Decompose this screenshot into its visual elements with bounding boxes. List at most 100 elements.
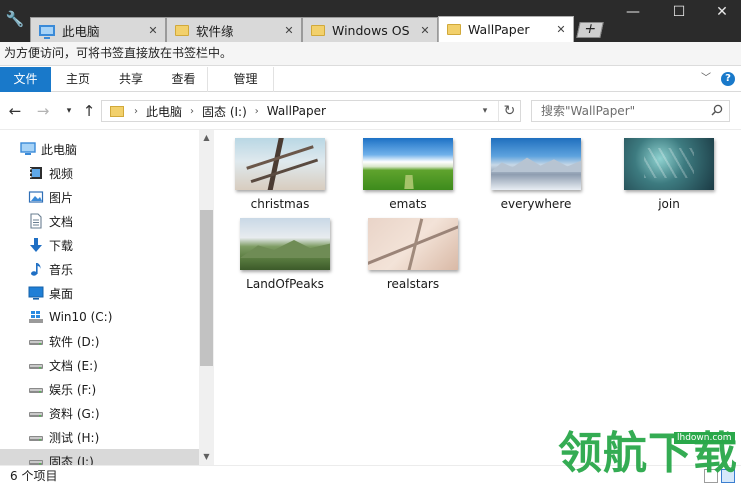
ribbon-tabs: 文件 主页 共享 查看 管理 ﹀ ? [0,67,741,92]
sidebar-item-label: 桌面 [49,286,74,301]
scroll-up-icon[interactable]: ▲ [199,130,213,146]
address-bar[interactable]: › 此电脑 › 固态 (I:) › WallPaper ▾ ↻ [101,100,521,122]
sidebar-item-drive-f[interactable]: 娱乐 (F:) [0,377,199,401]
sidebar-item-drive-e[interactable]: 文档 (E:) [0,353,199,377]
search-box[interactable] [531,100,730,122]
sidebar-item-drive-d[interactable]: 软件 (D:) [0,329,199,353]
file-name: emats [389,197,427,211]
search-input[interactable] [532,101,707,121]
breadcrumb-this-pc[interactable]: 此电脑 [146,103,182,120]
tab-label: 此电脑 [62,23,100,39]
folder-icon [311,24,325,36]
crumb-separator-icon[interactable]: › [255,106,259,117]
expand-ribbon-icon[interactable]: ﹀ [699,72,713,86]
sidebar-item-videos[interactable]: 视频 [0,161,199,185]
drive-icon [28,429,44,445]
item-count: 6 个项目 [10,469,58,483]
drive-icon [28,405,44,421]
back-button[interactable]: ← [6,101,24,121]
sidebar-item-drive-g[interactable]: 资料 (G:) [0,401,199,425]
ribbon-tab-view[interactable]: 查看 [160,67,208,92]
file-name: everywhere [500,197,572,211]
file-item-landofpeaks[interactable]: LandOfPeaks [225,210,345,291]
sidebar-item-label: 文档 (E:) [49,358,98,373]
wrench-icon[interactable]: 🔧 [4,8,26,30]
desktop-icon [28,285,44,301]
file-item-emats[interactable]: emats [348,130,468,211]
sidebar-item-label: 资料 (G:) [49,406,100,421]
sidebar-item-desktop[interactable]: 桌面 [0,281,199,305]
maximize-button[interactable]: ☐ [656,0,702,24]
sidebar-scrollbar[interactable]: ▲ ▼ [199,130,213,465]
sidebar-item-drive-i[interactable]: 固态 (I:) [0,449,199,465]
file-item-everywhere[interactable]: everywhere [476,130,596,211]
tab-close-icon[interactable]: ✕ [145,24,161,37]
scroll-down-icon[interactable]: ▼ [199,449,213,465]
tab-close-icon[interactable]: ✕ [417,24,433,37]
folder-icon [110,105,124,117]
sidebar-item-label: 下载 [49,238,74,253]
folder-icon [447,24,461,35]
watermark-url: lhdown.com [674,432,735,444]
ribbon-tab-home[interactable]: 主页 [55,67,101,92]
video-icon [28,165,44,181]
breadcrumb-drive[interactable]: 固态 (I:) [202,103,247,120]
tab-software[interactable]: 软件缘 ✕ [166,17,302,42]
file-name: join [658,197,680,211]
up-button[interactable]: ↑ [80,101,98,121]
sidebar-item-label: 视频 [49,166,74,181]
file-item-join[interactable]: join [609,130,729,211]
sidebar-item-downloads[interactable]: 下载 [0,233,199,257]
search-icon[interactable] [711,104,723,116]
file-item-realstars[interactable]: realstars [353,210,473,291]
file-item-christmas[interactable]: christmas [220,130,340,211]
navigation-pane: 此电脑 视频 图片 文档 下载 音乐 桌面 Win10 (C:) 软件 (D:)… [0,130,214,465]
tab-label: Windows OS [332,22,410,38]
sidebar-item-drive-c[interactable]: Win10 (C:) [0,305,199,329]
music-icon [28,261,44,277]
address-row: ← → ▾ ↑ › 此电脑 › 固态 (I:) › WallPaper ▾ ↻ [0,92,741,130]
sidebar-item-label: 测试 (H:) [49,430,100,445]
scrollbar-thumb[interactable] [200,210,213,366]
crumb-separator-icon[interactable]: › [134,106,138,117]
drive-icon [28,333,44,349]
windows-drive-icon [28,309,44,325]
image-thumbnail [368,218,458,270]
sidebar-item-label: 文档 [49,214,74,229]
minimize-button[interactable]: — [610,0,656,24]
breadcrumb-wallpaper[interactable]: WallPaper [267,104,326,118]
ribbon-tab-share[interactable]: 共享 [108,67,154,92]
refresh-icon[interactable]: ↻ [498,101,520,121]
close-button[interactable]: ✕ [699,0,741,24]
file-view: christmas emats everywhere join LandOfPe… [215,130,741,465]
computer-icon [20,141,36,157]
address-dropdown-icon[interactable]: ▾ [476,101,494,121]
tab-close-icon[interactable]: ✕ [281,24,297,37]
forward-button[interactable]: → [34,101,52,121]
recent-locations-dropdown[interactable]: ▾ [60,101,78,121]
sidebar-item-this-pc[interactable]: 此电脑 [0,137,199,161]
download-icon [28,237,44,253]
new-tab-button[interactable]: + [576,21,604,38]
ribbon-tab-file[interactable]: 文件 [0,67,51,92]
tab-wallpaper[interactable]: WallPaper ✕ [438,16,574,42]
tab-label: WallPaper [468,22,530,37]
tab-close-icon[interactable]: ✕ [553,23,569,36]
sidebar-item-drive-h[interactable]: 测试 (H:) [0,425,199,449]
ribbon-tab-manage[interactable]: 管理 [218,67,274,92]
sidebar-item-documents[interactable]: 文档 [0,209,199,233]
sidebar-item-label: 娱乐 (F:) [49,382,97,397]
crumb-separator-icon[interactable]: › [190,106,194,117]
file-name: realstars [386,277,440,291]
sidebar-item-label: 软件 (D:) [49,334,100,349]
image-thumbnail [624,138,714,190]
sidebar-item-music[interactable]: 音乐 [0,257,199,281]
sidebar-item-label: 固态 (I:) [49,454,94,466]
help-icon[interactable]: ? [721,72,735,86]
tab-this-pc[interactable]: 此电脑 ✕ [30,17,166,42]
sidebar-item-label: Win10 (C:) [49,310,113,324]
sidebar-item-pictures[interactable]: 图片 [0,185,199,209]
tab-label: 软件缘 [196,23,234,39]
tab-windows-os[interactable]: Windows OS ✕ [302,17,438,42]
image-thumbnail [363,138,453,190]
